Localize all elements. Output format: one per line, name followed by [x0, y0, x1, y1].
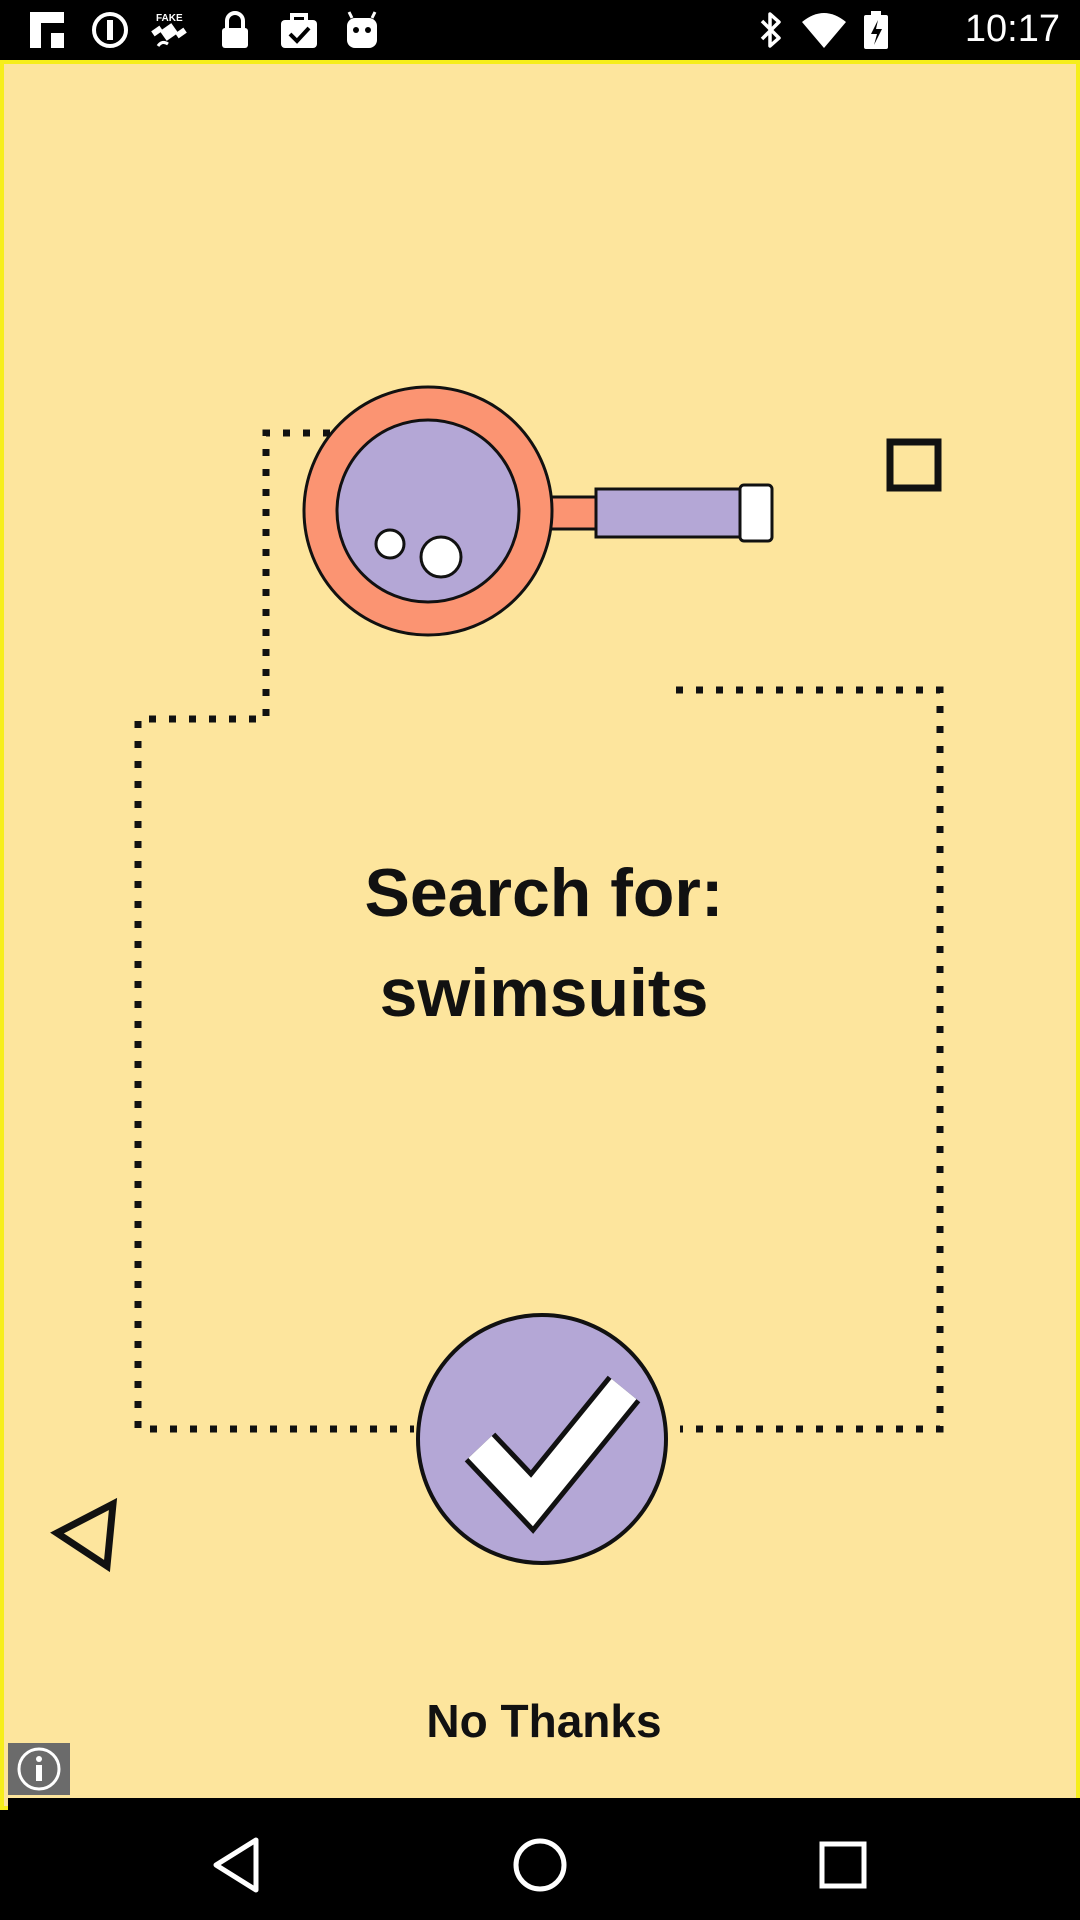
headline-query: swimsuits [379, 955, 709, 1031]
status-time: 10:17 [964, 8, 1060, 50]
svg-text:FAKE: FAKE [156, 13, 183, 24]
circle-i-icon [92, 12, 128, 48]
headline-search-for: Search for: [364, 855, 724, 931]
lock-icon [222, 11, 248, 48]
flipboard-icon [30, 12, 64, 48]
bluetooth-icon [760, 12, 781, 48]
fake-gps-icon: FAKE [151, 13, 187, 47]
ad-bottom-strip [8, 1798, 1080, 1810]
recents-icon[interactable] [808, 1830, 878, 1900]
info-icon [17, 1747, 61, 1791]
navigation-bar [0, 1810, 1080, 1920]
android-icon [347, 11, 377, 48]
ad-artwork [50, 385, 944, 1573]
ad-info-button[interactable] [8, 1743, 70, 1795]
home-icon[interactable] [505, 1830, 575, 1900]
triangle-icon [50, 1497, 118, 1573]
checkmark-icon[interactable] [416, 1313, 668, 1565]
magnifier-icon [302, 385, 774, 637]
ad-panel: Search for: swimsuits No Thanks [0, 60, 1080, 1810]
battery-charging-icon [864, 11, 888, 49]
wifi-icon [802, 13, 846, 48]
briefcase-check-icon [281, 13, 317, 48]
back-icon[interactable] [202, 1830, 272, 1900]
square-icon [886, 438, 942, 492]
status-bar: FAKE 10:17 [0, 0, 1080, 60]
no-thanks-button[interactable]: No Thanks [394, 1694, 694, 1748]
